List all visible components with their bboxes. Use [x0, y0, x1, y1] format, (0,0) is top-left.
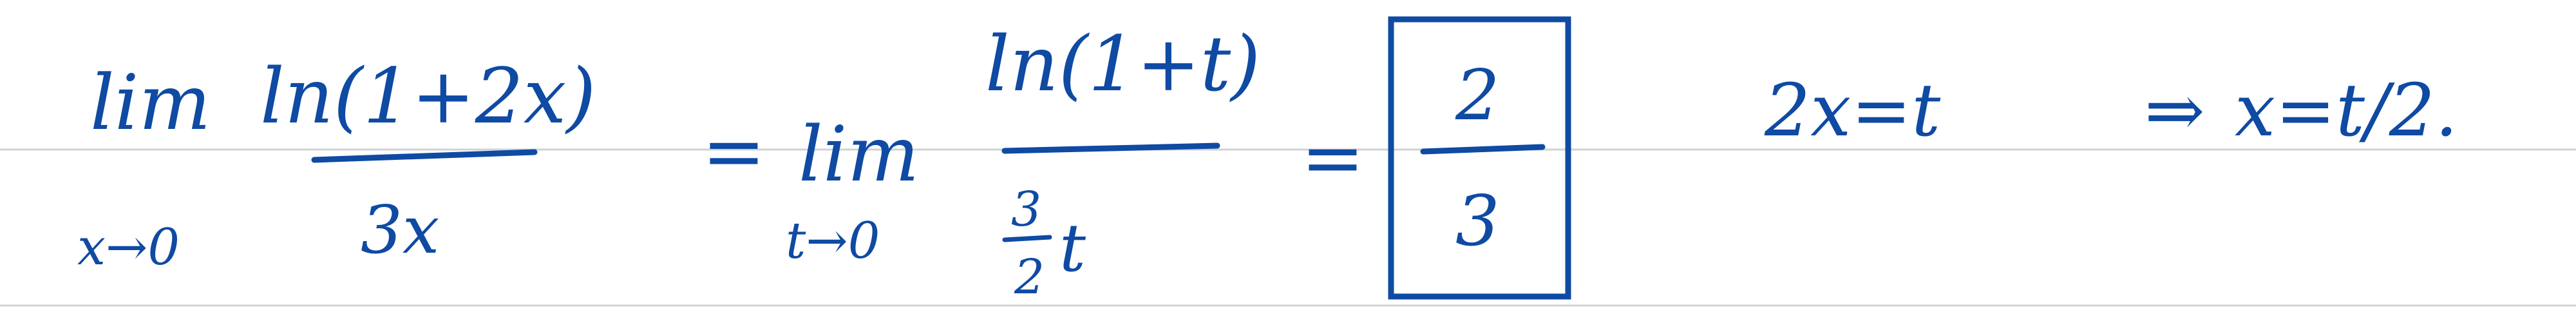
lhs-lim-word: lim: [90, 58, 211, 147]
substitution-arrow: ⇒: [2145, 69, 2205, 153]
boxed-denominator: 3: [1455, 181, 1500, 262]
handwritten-note-canvas: lim x→0 ln(1+2x) 3x = lim t→0 ln(1+t) 3 …: [0, 0, 2576, 312]
lhs-limit: lim x→0: [77, 58, 211, 277]
boxed-answer: 2 3: [1388, 16, 1571, 300]
lhs-lim-subscript: x→0: [77, 219, 180, 277]
rhs-fraction: ln(1+t) 3 2 t: [985, 19, 1260, 305]
lhs-denominator: 3x: [361, 192, 439, 269]
rhs-numerator: ln(1+t): [985, 19, 1260, 108]
lhs-fraction: ln(1+2x) 3x: [260, 52, 596, 269]
rhs-lim-subscript: t→0: [786, 212, 880, 270]
equals-sign-1: =: [702, 106, 766, 195]
lhs-numerator: ln(1+2x): [260, 52, 596, 141]
rhs-den-frac-num: 3: [1011, 182, 1041, 237]
rhs-lim-word: lim: [799, 110, 919, 199]
rhs-limit: lim t→0: [786, 110, 919, 270]
substitution-note: 2x=t ⇒ x=t/2.: [1764, 69, 2458, 153]
rhs-den-small-bar: [1002, 235, 1052, 242]
rhs-den-frac-den: 2: [1014, 249, 1045, 305]
rhs-den-var: t: [1059, 210, 1086, 287]
lhs-fraction-bar: [311, 149, 538, 163]
equals-sign-2: =: [1301, 113, 1365, 202]
substitution-part2: x=t/2.: [2235, 69, 2458, 153]
substitution-part1: 2x=t: [1764, 69, 1941, 153]
boxed-fraction-bar: [1420, 144, 1546, 155]
boxed-numerator: 2: [1455, 55, 1500, 136]
